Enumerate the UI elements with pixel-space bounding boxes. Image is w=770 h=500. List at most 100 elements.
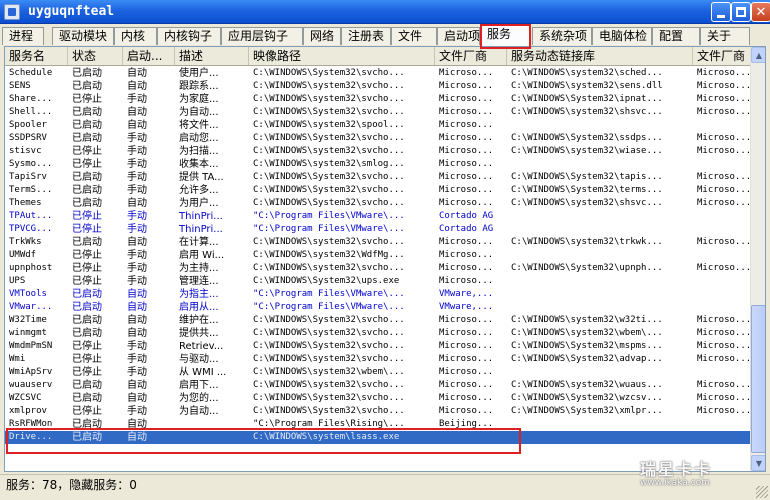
- table-row[interactable]: Themes 已启动 自动 为用户... C:\WINDOWS\System32\svc…: [5, 197, 750, 210]
- table-row[interactable]: winmgmt 已启动 自动 提供共... C:\WINDOWS\system32\sv…: [5, 327, 750, 340]
- cell-service-dll: [507, 275, 693, 288]
- cell-service-name: Spooler: [9, 120, 47, 130]
- cell-file-vendor: Microso...: [439, 380, 494, 390]
- vertical-scrollbar[interactable]: ▲ ▼: [750, 47, 765, 471]
- cell-service-name: TPAut...: [9, 211, 53, 221]
- arrow-up-icon: ▲: [755, 50, 763, 60]
- table-row[interactable]: WmiApSrv 已停止 手动 从 WMI ... C:\WINDOWS\system3…: [5, 366, 750, 379]
- tab-process[interactable]: 进程: [2, 27, 44, 45]
- column-header-startup[interactable]: 启动...: [123, 47, 175, 65]
- tab-pc-checkup[interactable]: 电脑体检: [592, 27, 652, 45]
- cell-service-name: upnphost: [9, 263, 53, 273]
- table-row[interactable]: W32Time 已启动 自动 维护在... C:\WINDOWS\System32\sv…: [5, 314, 750, 327]
- cell-dll-vendor: [693, 249, 750, 262]
- table-row[interactable]: Wmi 已停止 手动 与驱动... C:\WINDOWS\system32\svcho.…: [5, 353, 750, 366]
- cell-service-dll: C:\WINDOWS\System32\xmlpr...: [511, 406, 663, 416]
- table-row[interactable]: UMWdf 已停止 手动 启用 Wi... C:\WINDOWS\system32\Wd…: [5, 249, 750, 262]
- table-row[interactable]: TPVCG... 已停止 手动 ThinPri... "C:\Program Files…: [5, 223, 750, 236]
- column-header-dll-vendor[interactable]: 文件厂商: [693, 47, 751, 65]
- services-table[interactable]: 服务名 状态 启动... 描述 映像路径 文件厂商 服务动态链接库 文件厂商 S…: [4, 46, 766, 472]
- column-header-image-path[interactable]: 映像路径: [249, 47, 435, 65]
- tab-kernel-hooks[interactable]: 内核钩子: [157, 27, 221, 45]
- cell-status: 已停止: [72, 94, 102, 105]
- tab-kernel[interactable]: 内核: [114, 27, 157, 45]
- cell-service-dll: C:\WINDOWS\system32\wiase...: [511, 146, 663, 156]
- column-header-file-vendor[interactable]: 文件厂商: [435, 47, 507, 65]
- column-header-service-dll[interactable]: 服务动态链接库: [507, 47, 693, 65]
- tab-about[interactable]: 关于: [700, 27, 750, 45]
- cell-file-vendor: Microso...: [439, 354, 494, 364]
- cell-startup-type: 手动: [127, 341, 147, 352]
- cell-service-dll: C:\WINDOWS\System32\upnph...: [511, 263, 663, 273]
- cell-dll-vendor: Microso...: [697, 328, 750, 338]
- cell-service-dll: C:\WINDOWS\system32\shsvc...: [511, 198, 663, 208]
- maximize-icon: [736, 7, 746, 17]
- tab-files[interactable]: 文件: [391, 27, 437, 45]
- maximize-button[interactable]: [731, 2, 751, 22]
- cell-file-vendor: Microso...: [439, 120, 494, 130]
- cell-startup-type: 手动: [127, 185, 147, 196]
- table-row[interactable]: Schedule 已启动 自动 使用户... C:\WINDOWS\System32\s…: [5, 67, 750, 80]
- cell-service-name: VMwar...: [9, 302, 53, 312]
- table-row[interactable]: Sysmo... 已停止 手动 收集本... C:\WINDOWS\system32\s…: [5, 158, 750, 171]
- table-row[interactable]: Share... 已停止 手动 为家庭... C:\WINDOWS\system32\s…: [5, 93, 750, 106]
- cell-status: 已停止: [72, 406, 102, 417]
- tab-network[interactable]: 网络: [303, 27, 341, 45]
- tab-config[interactable]: 配置: [652, 27, 700, 45]
- tab-startup[interactable]: 启动项: [437, 27, 480, 45]
- tab-app-hooks[interactable]: 应用层钩子: [221, 27, 303, 45]
- cell-image-path: C:\WINDOWS\System32\svcho...: [253, 68, 405, 78]
- table-row[interactable]: stisvc 已停止 手动 为扫描... C:\WINDOWS\system32\svc…: [5, 145, 750, 158]
- cell-service-name: WmdmPmSN: [9, 341, 53, 351]
- table-body: Schedule 已启动 自动 使用户... C:\WINDOWS\System32\s…: [5, 67, 750, 471]
- cell-status: 已停止: [72, 211, 102, 222]
- cell-image-path: C:\WINDOWS\system32\spool...: [253, 120, 405, 130]
- table-row[interactable]: UPS 已停止 手动 管理连... C:\WINDOWS\System32\ups.ex…: [5, 275, 750, 288]
- tab-driver-modules[interactable]: 驱动模块: [52, 27, 114, 45]
- minimize-button[interactable]: [711, 2, 731, 22]
- table-row[interactable]: Spooler 已启动 自动 将文件... C:\WINDOWS\system32\sp…: [5, 119, 750, 132]
- tab-registry[interactable]: 注册表: [341, 27, 391, 45]
- scroll-up-button[interactable]: ▲: [751, 47, 765, 63]
- services-tab-highlight: [480, 24, 531, 49]
- cell-description: ThinPri...: [179, 211, 223, 222]
- table-row[interactable]: TrkWks 已启动 自动 在计算... C:\WINDOWS\system32\svc…: [5, 236, 750, 249]
- cell-startup-type: 自动: [127, 328, 147, 339]
- cell-startup-type: 自动: [127, 81, 147, 92]
- table-row[interactable]: SSDPSRV 已启动 手动 启动您... C:\WINDOWS\System32\sv…: [5, 132, 750, 145]
- tab-system-misc[interactable]: 系统杂项: [532, 27, 592, 45]
- table-row[interactable]: WmdmPmSN 已停止 手动 Retriev... C:\WINDOWS\System…: [5, 340, 750, 353]
- column-header-description[interactable]: 描述: [175, 47, 249, 65]
- cell-dll-vendor: Microso...: [697, 198, 750, 208]
- table-row[interactable]: wuauserv 已启动 自动 启用下... C:\WINDOWS\system32\s…: [5, 379, 750, 392]
- column-header-status[interactable]: 状态: [68, 47, 123, 65]
- cell-service-dll: C:\WINDOWS\system32\trkwk...: [511, 237, 663, 247]
- table-row[interactable]: Shell... 已启动 自动 为自动... C:\WINDOWS\System32\s…: [5, 106, 750, 119]
- table-row[interactable]: SENS 已启动 自动 跟踪系... C:\WINDOWS\system32\svcho…: [5, 80, 750, 93]
- table-row[interactable]: VMwar... 已启动 自动 启用从... "C:\Program Files\VMw…: [5, 301, 750, 314]
- cell-description: 使用户...: [179, 68, 219, 79]
- scroll-thumb[interactable]: [751, 305, 765, 453]
- title-bar[interactable]: uyguqnfteal ✕: [0, 0, 770, 24]
- table-row[interactable]: WZCSVC 已启动 自动 为您的... C:\WINDOWS\System32\svc…: [5, 392, 750, 405]
- close-button[interactable]: ✕: [751, 2, 770, 22]
- cell-file-vendor: Microso...: [439, 315, 494, 325]
- table-row[interactable]: upnphost 已停止 手动 为主持... C:\WINDOWS\system32\s…: [5, 262, 750, 275]
- cell-service-name: SENS: [9, 81, 31, 91]
- table-row[interactable]: VMTools 已启动 自动 为指主... "C:\Program Files\VMwa…: [5, 288, 750, 301]
- cell-status: 已启动: [72, 328, 102, 339]
- cell-status: 已停止: [72, 146, 102, 157]
- cell-file-vendor: Microso...: [439, 185, 494, 195]
- cell-service-name: TapiSrv: [9, 172, 47, 182]
- table-row[interactable]: TPAut... 已停止 手动 ThinPri... "C:\Program Files…: [5, 210, 750, 223]
- table-row[interactable]: TermS... 已启动 手动 允许多... C:\WINDOWS\System32\s…: [5, 184, 750, 197]
- column-header-service-name[interactable]: 服务名: [5, 47, 68, 65]
- cell-status: 已启动: [72, 237, 102, 248]
- cell-image-path: C:\WINDOWS\system32\svcho...: [253, 263, 405, 273]
- cell-image-path: C:\WINDOWS\system32\svcho...: [253, 146, 405, 156]
- cell-service-dll: [507, 418, 693, 431]
- table-row[interactable]: xmlprov 已停止 手动 为自动... C:\WINDOWS\System32\sv…: [5, 405, 750, 418]
- cell-description: 允许多...: [179, 185, 219, 196]
- table-row[interactable]: TapiSrv 已启动 手动 提供 TA... C:\WINDOWS\System32\…: [5, 171, 750, 184]
- cell-description: 维护在...: [179, 315, 219, 326]
